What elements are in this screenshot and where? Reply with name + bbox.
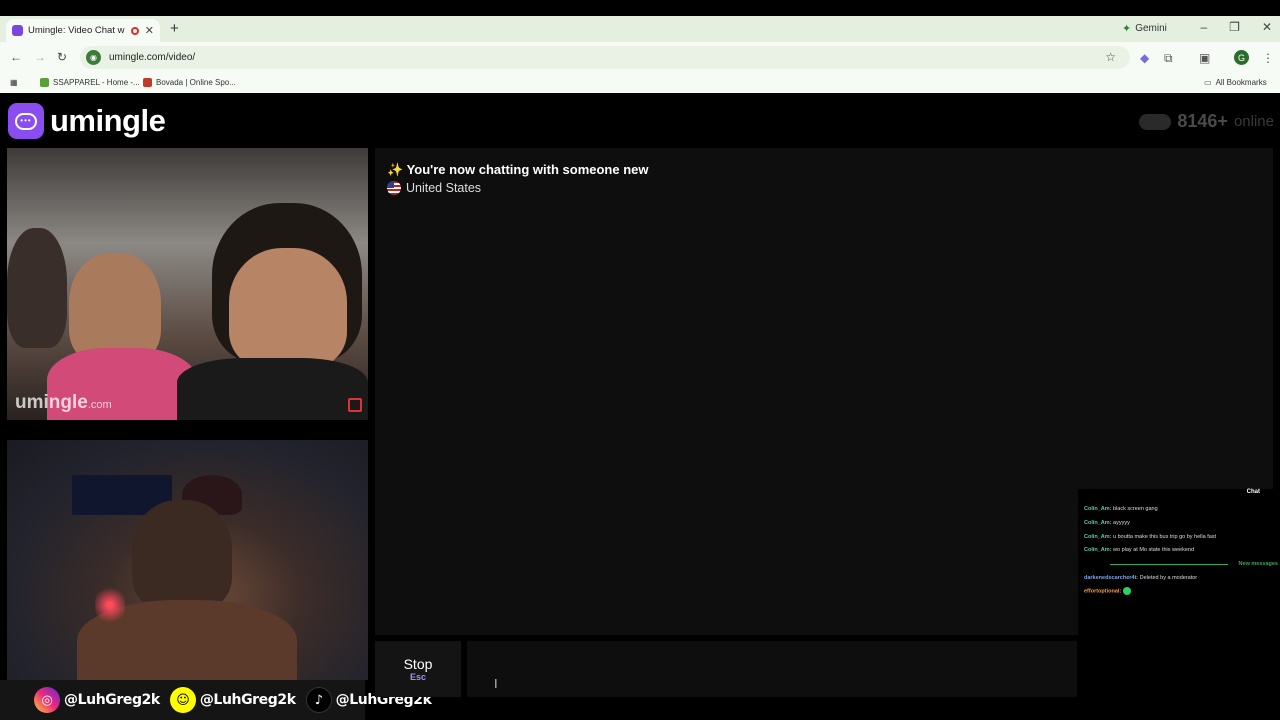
instagram-handle: @LuhGreg2k	[64, 692, 160, 708]
apps-icon[interactable]: ▦	[10, 78, 18, 87]
background-person	[7, 228, 67, 348]
tab-title: Umingle: Video Chat with S	[28, 25, 125, 36]
close-tab-icon[interactable]: ✕	[145, 24, 154, 37]
browser-toolbar: ← → ↻ ◉ umingle.com/video/ ☆ ◆ ⧉ ▣ G ⋮	[0, 42, 1280, 73]
forward-icon[interactable]: →	[34, 50, 46, 64]
snapchat-handle: @LuhGreg2k	[199, 692, 296, 708]
bovada-icon	[143, 78, 152, 87]
chat-bubble-logo-icon: •••	[8, 103, 44, 139]
umingle-favicon-icon	[12, 25, 23, 36]
umingle-page: ••• umingle 8146+ online umingle.com ◎ @…	[0, 93, 1280, 720]
black-jacket	[177, 358, 368, 420]
chat-text: wo play at Mo state this weekend	[1113, 547, 1195, 553]
side-panel-icon[interactable]: ▣	[1199, 51, 1210, 65]
url-text: umingle.com/video/	[109, 52, 196, 63]
gemini-icon: ✦	[1122, 23, 1132, 35]
ssapparel-icon	[40, 78, 49, 87]
stream-chat-title: Chat	[1246, 489, 1260, 495]
folder-icon: ▭	[1204, 78, 1212, 87]
chat-user: Colin_Am:	[1084, 506, 1112, 512]
stranger-country: United States	[387, 181, 481, 195]
bookmark-star-icon[interactable]: ☆	[1105, 50, 1116, 64]
theme-toggle[interactable]	[1139, 113, 1172, 130]
chat-message: Colin_Am: ayyyyy	[1084, 520, 1130, 526]
watermark-suffix: .com	[87, 399, 112, 411]
chat-user: Colin_Am:	[1084, 547, 1112, 553]
chat-text: ayyyyy	[1113, 520, 1130, 526]
new-chat-notice: ✨ You're now chatting with someone new	[387, 162, 649, 177]
chat-text: black screen gang	[1113, 506, 1158, 512]
close-window-icon[interactable]: ✕	[1262, 20, 1272, 34]
bookmarks-bar: ▦ SSAPPAREL - Home -... Bovada | Online …	[0, 73, 1280, 93]
tiktok-icon: ♪	[305, 687, 332, 713]
stream-chat-overlay: Chat Colin_Am: black screen gang Colin_A…	[1078, 489, 1280, 720]
chat-user: darkenedscarcher4t:	[1084, 575, 1139, 581]
profile-avatar[interactable]: G	[1234, 50, 1249, 65]
snapchat-icon: ☺	[169, 687, 196, 713]
chat-message: Colin_Am: wo play at Mo state this weeke…	[1084, 547, 1194, 553]
chat-user: Colin_Am:	[1084, 534, 1112, 540]
chat-user: Colin_Am:	[1084, 520, 1112, 526]
us-flag-icon	[387, 181, 401, 195]
chat-message: Colin_Am: u boutta make this bus trip go…	[1084, 534, 1216, 540]
all-bookmarks-label: All Bookmarks	[1215, 78, 1267, 87]
extension-icon[interactable]: ◆	[1140, 51, 1149, 65]
new-messages-divider	[1110, 564, 1228, 565]
stranger-face-left	[69, 253, 161, 363]
report-flag-icon[interactable]	[348, 398, 362, 412]
message-input[interactable]	[467, 641, 1077, 697]
self-video	[7, 440, 368, 680]
emote-icon	[1123, 587, 1132, 595]
brand-name: umingle	[50, 103, 166, 138]
stop-shortcut: Esc	[409, 672, 426, 682]
chat-text: u boutta make this bus trip go by hella …	[1113, 534, 1217, 540]
bookmark-label: Bovada | Online Spo...	[156, 78, 236, 87]
site-info-icon[interactable]: ◉	[86, 50, 101, 65]
umingle-watermark: umingle.com	[15, 392, 112, 414]
puzzle-icon[interactable]: ⧉	[1164, 51, 1173, 66]
umingle-logo[interactable]: ••• umingle	[8, 103, 166, 139]
self-face	[132, 500, 232, 610]
new-messages-label: New messages	[1238, 561, 1278, 567]
chat-message: Colin_Am: black screen gang	[1084, 506, 1158, 512]
address-bar[interactable]: ◉ umingle.com/video/ ☆	[80, 46, 1130, 69]
stranger-face-right	[229, 248, 347, 368]
all-bookmarks[interactable]: ▭ All Bookmarks	[1204, 78, 1267, 87]
chat-message: effortoptional:	[1084, 587, 1132, 595]
restore-icon[interactable]: ❐	[1229, 20, 1240, 34]
stop-label: Stop	[403, 656, 433, 672]
recording-icon	[130, 26, 139, 35]
reload-icon[interactable]: ↻	[57, 50, 67, 64]
window-controls: – ❐ ✕	[1200, 20, 1272, 34]
watermark-name: umingle	[15, 392, 88, 413]
minimize-icon[interactable]: –	[1200, 20, 1207, 34]
country-name: United States	[406, 181, 482, 195]
bookmark-ssapparel[interactable]: SSAPPAREL - Home -...	[40, 78, 140, 87]
holiday-lights	[95, 580, 125, 630]
online-counter: 8146+ online	[1139, 111, 1274, 132]
bookmark-bovada[interactable]: Bovada | Online Spo...	[143, 78, 236, 87]
online-label: online	[1233, 113, 1274, 130]
social-instagram: ◎ @LuhGreg2k	[34, 687, 160, 713]
stranger-video: umingle.com	[7, 148, 368, 420]
menu-icon[interactable]: ⋮	[1262, 51, 1274, 65]
social-handles-bar: ◎ @LuhGreg2k ☺ @LuhGreg2k ♪ @LuhGreg2k	[0, 680, 432, 720]
browser-tabstrip: Umingle: Video Chat with S ✕ + ✦ Gemini …	[0, 0, 1280, 42]
back-icon[interactable]: ←	[10, 50, 22, 64]
chat-user: effortoptional:	[1084, 588, 1122, 595]
text-cursor-icon: I	[494, 676, 498, 691]
gemini-button[interactable]: ✦ Gemini	[1122, 22, 1167, 35]
chat-message: darkenedscarcher4t: Deleted by a moderat…	[1084, 575, 1197, 581]
gemini-label: Gemini	[1135, 23, 1167, 34]
bookmark-label: SSAPPAREL - Home -...	[53, 78, 140, 87]
stop-button[interactable]: Stop Esc	[375, 641, 461, 697]
online-count: 8146+	[1177, 111, 1228, 131]
social-snapchat: ☺ @LuhGreg2k	[169, 687, 296, 713]
instagram-icon: ◎	[34, 687, 60, 713]
chat-text: Deleted by a moderator	[1139, 575, 1198, 581]
browser-tab[interactable]: Umingle: Video Chat with S ✕	[6, 19, 160, 42]
new-tab-button[interactable]: +	[170, 20, 179, 37]
